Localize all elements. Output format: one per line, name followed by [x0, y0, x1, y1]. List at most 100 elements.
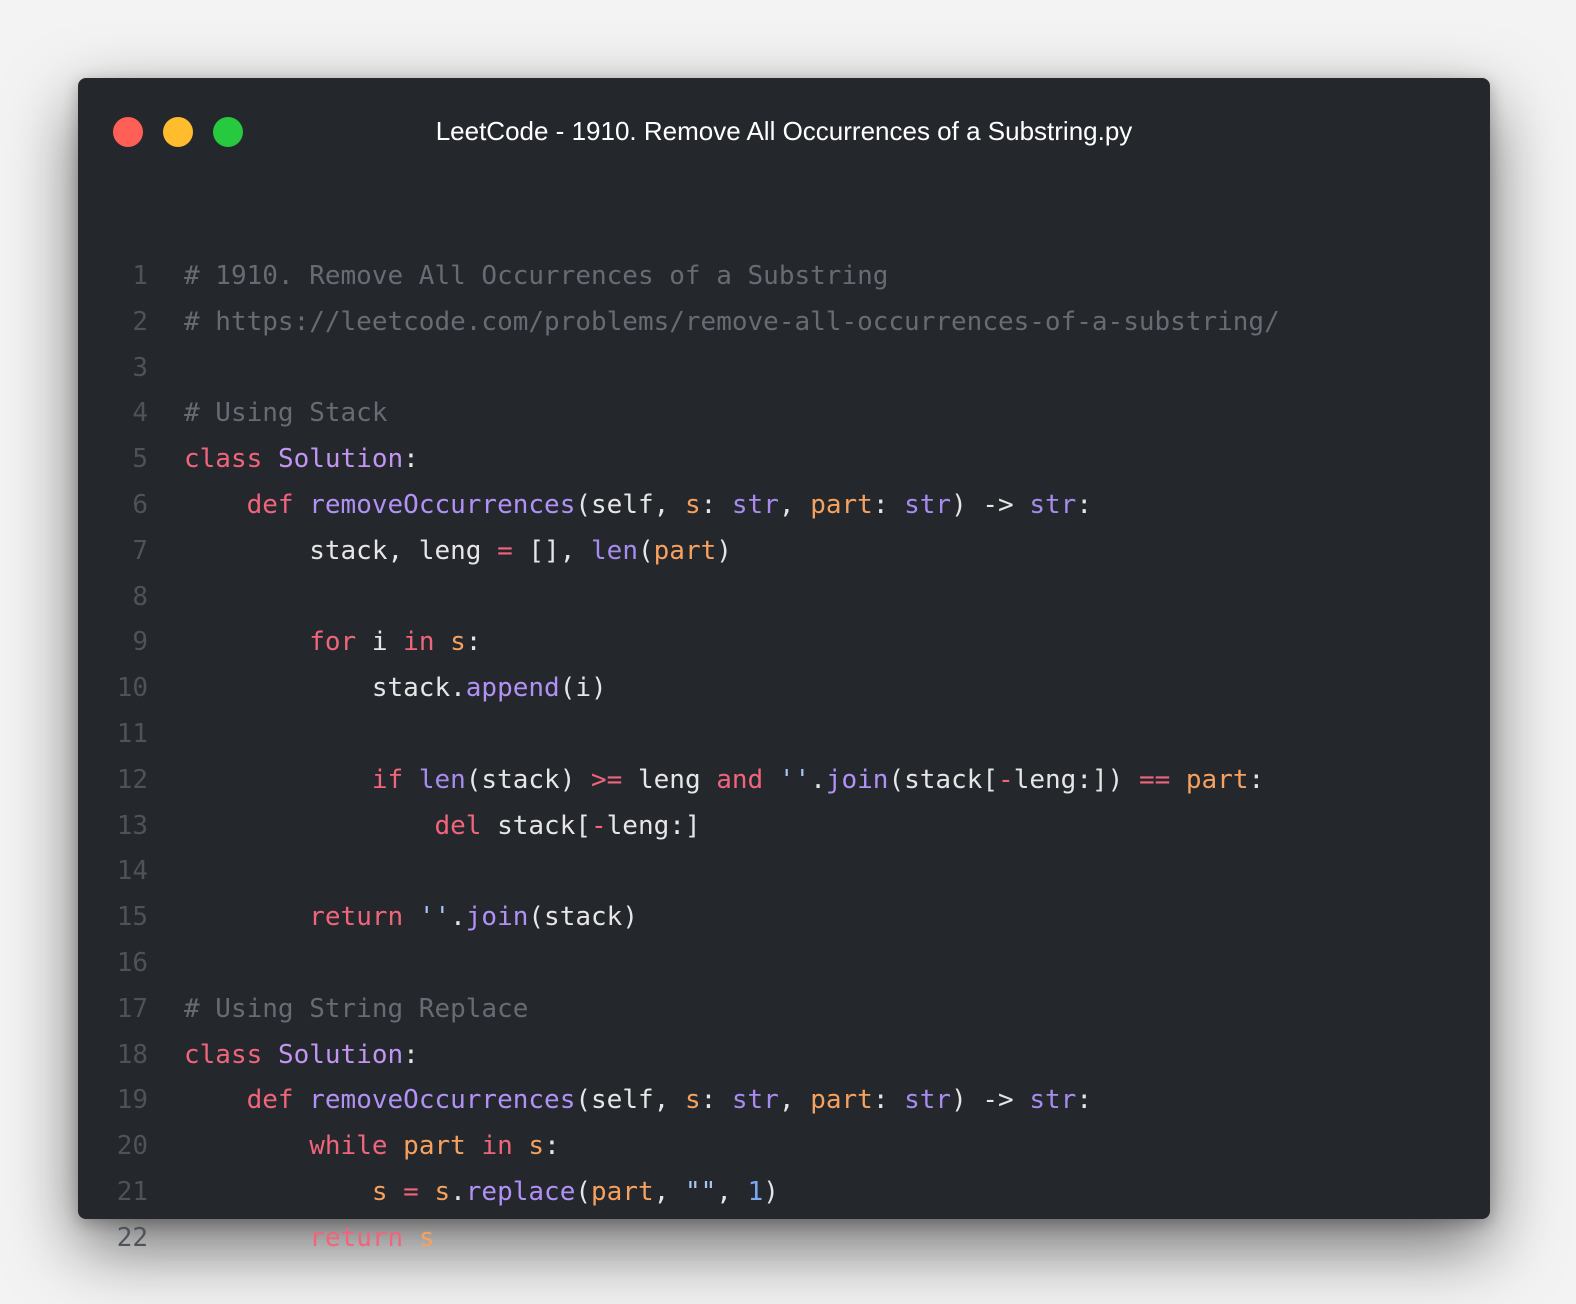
code-token-default: [184, 1131, 309, 1161]
code-token-default: :: [403, 444, 419, 475]
code-token-param: part: [653, 535, 717, 566]
code-token-param: s: [418, 1222, 435, 1253]
code-token-default: [184, 765, 372, 795]
code-token-keyword: class: [184, 1039, 263, 1070]
code-token-default: (: [575, 1176, 592, 1207]
code-token-default: [434, 627, 450, 657]
line-source: for i in s:: [184, 620, 481, 666]
code-token-keyword: for: [309, 627, 357, 658]
code-token-default: [403, 902, 419, 932]
code-token-keyword: def: [246, 1085, 294, 1116]
code-token-default: [184, 902, 309, 932]
code-token-default: leng:]: [606, 810, 701, 841]
line-number: 5: [132, 444, 148, 475]
code-token-keyword: if: [371, 764, 404, 795]
line-number: 14: [116, 856, 148, 887]
code-token-keyword: in: [403, 627, 435, 658]
line-number: 3: [132, 352, 148, 383]
code-token-default: leng:]): [1013, 764, 1139, 795]
code-token-default: :: [700, 1085, 732, 1116]
code-token-param: s: [684, 1085, 701, 1116]
code-token-default: [262, 444, 278, 474]
line-number: 20: [116, 1131, 148, 1162]
code-token-comment: # Using Stack: [184, 398, 388, 429]
code-token-default: (stack): [465, 764, 592, 795]
code-token-param: s: [371, 1176, 388, 1207]
code-token-builtin: str: [731, 489, 779, 520]
line-source: s = s.replace(part, "", 1): [184, 1170, 779, 1216]
code-token-default: i: [356, 627, 404, 658]
code-token-default: :: [872, 489, 905, 520]
line-number: 2: [132, 306, 148, 337]
code-token-default: .: [450, 902, 466, 933]
line-number: 21: [116, 1176, 148, 1207]
line-number: 9: [132, 627, 148, 658]
code-token-param: part: [810, 489, 873, 520]
code-token-keyword: and: [716, 764, 764, 795]
code-token-param: s: [528, 1131, 545, 1162]
title-bar: LeetCode - 1910. Remove All Occurrences …: [78, 78, 1490, 184]
code-token-default: .: [450, 1176, 466, 1207]
code-token-default: :: [403, 1039, 419, 1070]
code-token-default: [184, 1085, 247, 1115]
line-source: def removeOccurrences(self, s: str, part…: [184, 1078, 1092, 1124]
code-token-default: [184, 490, 247, 520]
code-token-builtin: len: [418, 764, 466, 795]
line-number: 16: [116, 947, 148, 978]
code-token-default: [262, 1040, 278, 1070]
code-token-func: join: [825, 764, 889, 795]
code-token-func: replace: [465, 1176, 576, 1207]
code-token-default: stack[: [481, 810, 591, 841]
code-token-default: :: [465, 627, 482, 658]
line-number: 13: [116, 810, 148, 841]
code-token-default: stack, leng: [184, 535, 498, 566]
code-token-keyword: while: [309, 1131, 388, 1162]
code-token-builtin: str: [1029, 1085, 1077, 1116]
line-source: return ''.join(stack): [184, 895, 638, 941]
line-source: # Using Stack: [184, 391, 388, 437]
code-token-operator: =: [403, 1176, 419, 1207]
line-source: class Solution:: [184, 1033, 419, 1079]
line-source: del stack[-leng:]: [184, 804, 701, 850]
code-token-default: :: [872, 1085, 905, 1116]
code-token-builtin: len: [591, 535, 638, 566]
code-token-default: ,: [778, 1085, 811, 1116]
code-token-default: [419, 1177, 435, 1207]
code-token-default: [294, 490, 310, 520]
code-token-default: ) ->: [951, 1085, 1030, 1116]
code-token-param: part: [403, 1131, 466, 1162]
code-token-default: [403, 765, 419, 795]
code-token-default: (stack[: [888, 764, 999, 795]
code-token-func: removeOccurrences: [309, 1085, 576, 1116]
code-token-builtin: str: [731, 1085, 779, 1116]
window-title: LeetCode - 1910. Remove All Occurrences …: [435, 116, 1133, 146]
code-token-keyword: return: [309, 902, 404, 933]
code-token-default: leng: [622, 764, 717, 795]
code-token-default: (i): [559, 673, 607, 704]
code-token-default: stack.: [184, 673, 466, 704]
line-source: stack, leng = [], len(part): [184, 529, 732, 575]
line-number: 18: [116, 1039, 148, 1070]
code-token-default: .: [810, 764, 826, 795]
line-number: 11: [116, 718, 148, 749]
code-token-class: Solution: [277, 444, 404, 475]
code-token-param: s: [434, 1176, 451, 1207]
code-token-default: ): [763, 1176, 779, 1207]
code-token-comment: # 1910. Remove All Occurrences of a Subs…: [184, 261, 889, 291]
line-number: 7: [132, 535, 148, 566]
code-token-default: (self,: [575, 1085, 685, 1116]
line-number: 10: [116, 673, 148, 704]
code-token-default: :: [1248, 764, 1265, 795]
code-token-default: [388, 1177, 404, 1207]
line-source: return s: [184, 1216, 434, 1262]
code-token-operator: ==: [1138, 764, 1171, 795]
code-token-default: [184, 627, 309, 657]
code-token-keyword: del: [434, 810, 482, 841]
code-token-default: [513, 1131, 529, 1161]
code-token-keyword: return: [309, 1222, 404, 1253]
line-number: 1: [132, 261, 148, 291]
line-source: # Using String Replace: [184, 987, 528, 1033]
code-token-func: join: [465, 902, 529, 933]
code-token-param: part: [1185, 764, 1249, 795]
code-token-param: s: [450, 627, 466, 658]
